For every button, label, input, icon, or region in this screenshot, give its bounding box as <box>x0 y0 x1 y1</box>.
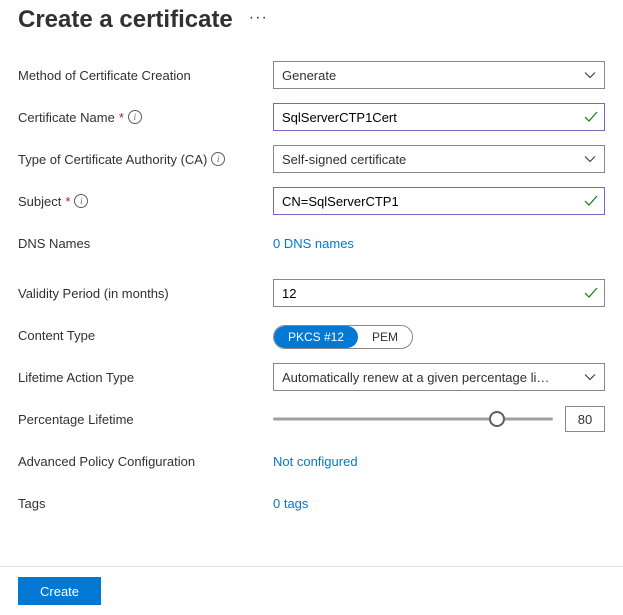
certname-input[interactable] <box>273 103 605 131</box>
dns-label: DNS Names <box>18 236 90 251</box>
checkmark-icon <box>583 193 599 209</box>
validity-label: Validity Period (in months) <box>18 286 169 301</box>
validity-input[interactable] <box>273 279 605 307</box>
contenttype-option-pem[interactable]: PEM <box>358 326 412 348</box>
catype-select[interactable]: Self-signed certificate <box>273 145 605 173</box>
info-icon[interactable]: i <box>74 194 88 208</box>
info-icon[interactable]: i <box>211 152 225 166</box>
method-value: Generate <box>282 68 578 83</box>
percentage-label: Percentage Lifetime <box>18 412 134 427</box>
slider-track <box>273 418 553 421</box>
info-icon[interactable]: i <box>128 110 142 124</box>
tags-link[interactable]: 0 tags <box>273 496 308 511</box>
page-title: Create a certificate <box>18 6 233 34</box>
chevron-down-icon <box>584 69 596 81</box>
lifetimeaction-label: Lifetime Action Type <box>18 370 134 385</box>
create-button[interactable]: Create <box>18 577 101 605</box>
required-indicator: * <box>119 110 124 125</box>
checkmark-icon <box>583 109 599 125</box>
lifetimeaction-value: Automatically renew at a given percentag… <box>282 370 578 385</box>
subject-label: Subject <box>18 194 61 209</box>
contenttype-segmented: PKCS #12 PEM <box>273 325 413 349</box>
catype-value: Self-signed certificate <box>282 152 578 167</box>
percentage-slider[interactable] <box>273 409 553 429</box>
method-select[interactable]: Generate <box>273 61 605 89</box>
percentage-value-box[interactable]: 80 <box>565 406 605 432</box>
slider-thumb[interactable] <box>489 411 505 427</box>
method-label: Method of Certificate Creation <box>18 68 191 83</box>
advanced-label: Advanced Policy Configuration <box>18 454 195 469</box>
chevron-down-icon <box>584 371 596 383</box>
lifetimeaction-select[interactable]: Automatically renew at a given percentag… <box>273 363 605 391</box>
catype-label: Type of Certificate Authority (CA) <box>18 152 207 167</box>
chevron-down-icon <box>584 153 596 165</box>
tags-label: Tags <box>18 496 45 511</box>
subject-input[interactable] <box>273 187 605 215</box>
contenttype-label: Content Type <box>18 328 95 343</box>
required-indicator: * <box>65 194 70 209</box>
contenttype-option-pkcs12[interactable]: PKCS #12 <box>274 326 358 348</box>
dns-names-link[interactable]: 0 DNS names <box>273 236 354 251</box>
checkmark-icon <box>583 285 599 301</box>
advanced-link[interactable]: Not configured <box>273 454 358 469</box>
certname-label: Certificate Name <box>18 110 115 125</box>
